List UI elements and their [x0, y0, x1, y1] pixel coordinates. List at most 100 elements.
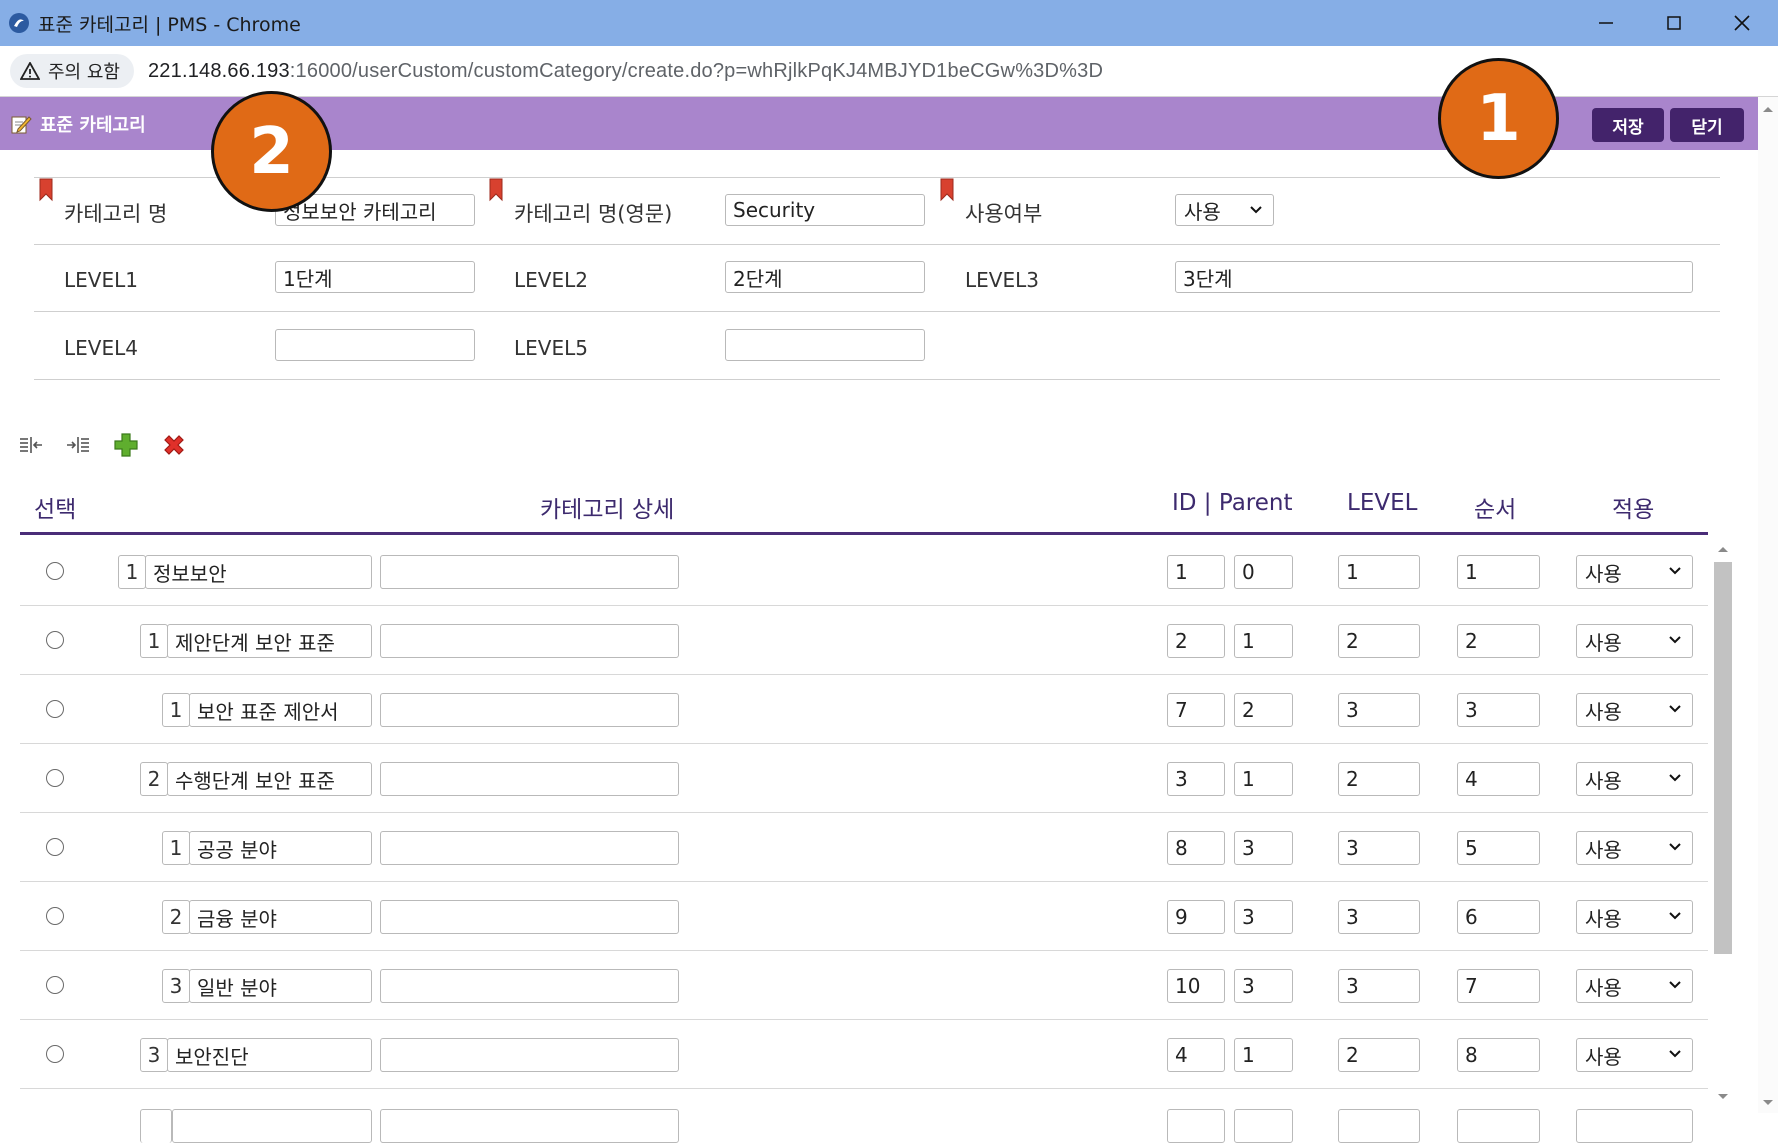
row-description-input[interactable] [380, 1038, 679, 1072]
row-name-input[interactable]: 제안단계 보안 표준 [167, 624, 372, 658]
indent-icon[interactable] [65, 432, 91, 458]
level4-input[interactable] [275, 329, 475, 361]
row-name-input[interactable]: 수행단계 보안 표준 [167, 762, 372, 796]
row-select-radio[interactable] [46, 976, 64, 994]
security-warning-chip[interactable]: 주의 요함 [10, 54, 134, 88]
row-description-input[interactable] [380, 693, 679, 727]
row-select-radio[interactable] [46, 907, 64, 925]
row-level-input[interactable] [1338, 1109, 1420, 1143]
row-level-input[interactable]: 1 [1338, 555, 1420, 589]
row-level-input[interactable]: 3 [1338, 831, 1420, 865]
row-seq-box[interactable]: 1 [140, 624, 168, 658]
row-apply-select[interactable] [1576, 1109, 1693, 1143]
row-select-radio[interactable] [46, 700, 64, 718]
row-level-input[interactable]: 3 [1338, 969, 1420, 1003]
level3-input[interactable]: 3단계 [1175, 261, 1693, 293]
row-apply-select[interactable]: 사용 [1576, 555, 1693, 589]
row-apply-select[interactable]: 사용 [1576, 762, 1693, 796]
row-seq-box[interactable]: 3 [162, 969, 190, 1003]
save-button[interactable]: 저장 [1592, 108, 1664, 142]
row-parent-input[interactable]: 1 [1234, 1038, 1293, 1072]
row-select-radio[interactable] [46, 1045, 64, 1063]
row-level-input[interactable]: 2 [1338, 762, 1420, 796]
row-id-input[interactable]: 8 [1167, 831, 1225, 865]
row-id-input[interactable]: 3 [1167, 762, 1225, 796]
row-description-input[interactable] [380, 555, 679, 589]
row-description-input[interactable] [380, 969, 679, 1003]
row-seq-box[interactable]: 3 [140, 1038, 168, 1072]
table-scrollbar[interactable] [1712, 540, 1734, 1106]
row-seq-box[interactable] [140, 1109, 172, 1143]
row-level-input[interactable]: 2 [1338, 624, 1420, 658]
row-name-input[interactable]: 공공 분야 [189, 831, 372, 865]
row-seq-box[interactable]: 2 [140, 762, 168, 796]
level2-input[interactable]: 2단계 [725, 261, 925, 293]
row-apply-select[interactable]: 사용 [1576, 1038, 1693, 1072]
row-parent-input[interactable]: 0 [1234, 555, 1293, 589]
row-order-input[interactable]: 2 [1457, 624, 1540, 658]
category-name-en-input[interactable]: Security [725, 194, 925, 226]
row-seq-box[interactable]: 1 [162, 693, 190, 727]
row-name-input[interactable]: 금융 분야 [189, 900, 372, 934]
row-order-input[interactable]: 7 [1457, 969, 1540, 1003]
row-description-input[interactable] [380, 762, 679, 796]
url-field[interactable]: 221.148.66.193:16000/userCustom/customCa… [148, 60, 1103, 83]
row-seq-box[interactable]: 2 [162, 900, 190, 934]
row-order-input[interactable] [1457, 1109, 1540, 1143]
row-description-input[interactable] [380, 900, 679, 934]
row-select-radio[interactable] [46, 838, 64, 856]
row-parent-input[interactable]: 2 [1234, 693, 1293, 727]
row-description-input[interactable] [380, 831, 679, 865]
row-name-input[interactable] [172, 1109, 372, 1143]
row-seq-box[interactable]: 1 [118, 555, 146, 589]
row-apply-select[interactable]: 사용 [1576, 624, 1693, 658]
row-description-input[interactable] [380, 624, 679, 658]
row-parent-input[interactable]: 1 [1234, 762, 1293, 796]
row-level-input[interactable]: 3 [1338, 693, 1420, 727]
row-parent-input[interactable]: 1 [1234, 624, 1293, 658]
minimize-button[interactable] [1572, 0, 1640, 46]
row-id-input[interactable]: 9 [1167, 900, 1225, 934]
row-name-input[interactable]: 일반 분야 [189, 969, 372, 1003]
table-scrollbar-thumb[interactable] [1714, 562, 1732, 954]
row-parent-input[interactable] [1234, 1109, 1293, 1143]
row-id-input[interactable] [1167, 1109, 1225, 1143]
delete-icon[interactable] [161, 432, 187, 458]
maximize-button[interactable] [1640, 0, 1708, 46]
page-scrollbar[interactable] [1758, 97, 1778, 1113]
row-parent-input[interactable]: 3 [1234, 831, 1293, 865]
row-seq-box[interactable]: 1 [162, 831, 190, 865]
row-name-input[interactable]: 보안진단 [167, 1038, 372, 1072]
row-order-input[interactable]: 4 [1457, 762, 1540, 796]
row-id-input[interactable]: 1 [1167, 555, 1225, 589]
row-order-input[interactable]: 1 [1457, 555, 1540, 589]
row-apply-select[interactable]: 사용 [1576, 831, 1693, 865]
row-apply-select[interactable]: 사용 [1576, 969, 1693, 1003]
row-level-input[interactable]: 3 [1338, 900, 1420, 934]
level5-input[interactable] [725, 329, 925, 361]
row-id-input[interactable]: 4 [1167, 1038, 1225, 1072]
row-parent-input[interactable]: 3 [1234, 969, 1293, 1003]
row-name-input[interactable]: 정보보안 [145, 555, 372, 589]
close-window-button[interactable] [1708, 0, 1776, 46]
row-order-input[interactable]: 6 [1457, 900, 1540, 934]
row-select-radio[interactable] [46, 769, 64, 787]
row-select-radio[interactable] [46, 631, 64, 649]
row-level-input[interactable]: 2 [1338, 1038, 1420, 1072]
row-order-input[interactable]: 8 [1457, 1038, 1540, 1072]
row-order-input[interactable]: 3 [1457, 693, 1540, 727]
use-status-select[interactable]: 사용 [1175, 194, 1274, 226]
row-id-input[interactable]: 10 [1167, 969, 1225, 1003]
row-description-input[interactable] [380, 1109, 679, 1143]
row-apply-select[interactable]: 사용 [1576, 900, 1693, 934]
row-apply-select[interactable]: 사용 [1576, 693, 1693, 727]
row-order-input[interactable]: 5 [1457, 831, 1540, 865]
row-select-radio[interactable] [46, 562, 64, 580]
level1-input[interactable]: 1단계 [275, 261, 475, 293]
row-id-input[interactable]: 7 [1167, 693, 1225, 727]
add-icon[interactable] [113, 432, 139, 458]
row-name-input[interactable]: 보안 표준 제안서 [189, 693, 372, 727]
row-parent-input[interactable]: 3 [1234, 900, 1293, 934]
row-id-input[interactable]: 2 [1167, 624, 1225, 658]
close-button[interactable]: 닫기 [1670, 108, 1744, 142]
